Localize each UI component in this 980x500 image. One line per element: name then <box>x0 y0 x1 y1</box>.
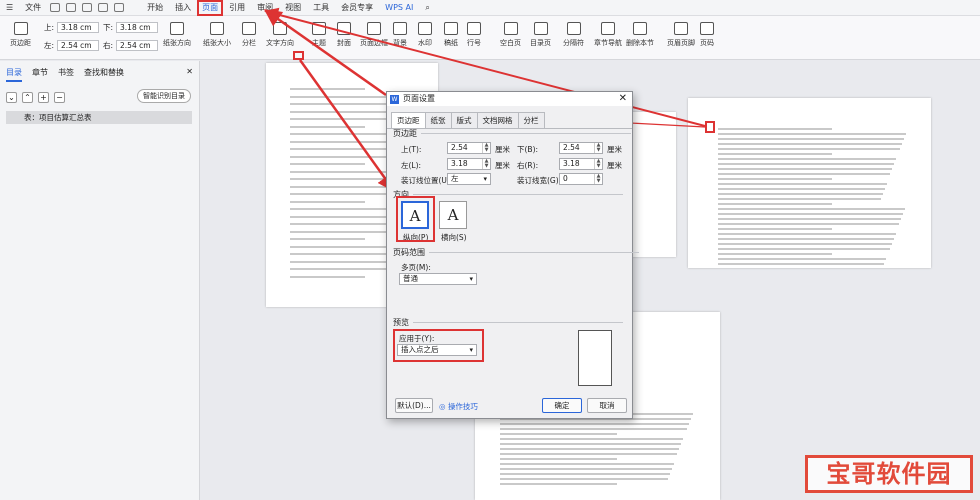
preview-section: 预览 <box>393 318 623 327</box>
gutter-width-input[interactable]: 0 ▲ ▼ <box>559 173 603 185</box>
bottom-input[interactable]: 2.54 ▲ ▼ <box>559 142 603 154</box>
dtab-grid[interactable]: 文档网格 <box>476 112 519 128</box>
bottom-label: 下(B): <box>517 145 539 154</box>
spin-icon[interactable]: ▲ ▼ <box>594 143 602 153</box>
gutter-pos-select[interactable]: 左 <box>447 173 491 185</box>
tips-icon: ◎ <box>439 402 448 411</box>
left-input[interactable]: 3.18 ▲ ▼ <box>447 158 491 170</box>
default-button[interactable]: 默认(D)... <box>395 398 433 413</box>
ok-button[interactable]: 确定 <box>542 398 582 413</box>
preview-page <box>578 330 612 386</box>
page-setup-dialog: W 页面设置 ✕ 页边距 纸张 版式 文档网格 分栏 页边距 上(T): 2.54 ▲… <box>386 91 639 419</box>
right-label: 右(R): <box>517 161 539 170</box>
dtab-paper[interactable]: 纸张 <box>424 112 452 128</box>
spin-icon[interactable]: ▲ ▼ <box>482 143 490 153</box>
orientation-section: 方向 <box>393 190 623 199</box>
spin-icon[interactable]: ▲ ▼ <box>594 159 602 169</box>
wps-logo-icon: W <box>390 95 399 104</box>
top-label: 上(T): <box>401 145 422 154</box>
gutter-pos-label: 装订线位置(U): <box>401 176 453 185</box>
left-label: 左(L): <box>401 161 422 170</box>
spin-icon[interactable]: ▲ ▼ <box>482 159 490 169</box>
landscape-option[interactable]: A <box>439 201 467 229</box>
dtab-margins[interactable]: 页边距 <box>391 112 426 128</box>
site-watermark: 宝哥软件园 <box>805 455 973 493</box>
spin-icon[interactable]: ▲ ▼ <box>594 174 602 184</box>
apply-label: 应用于(Y): <box>399 334 435 343</box>
unit-label: 厘米 <box>607 145 622 154</box>
unit-label: 厘米 <box>495 161 510 170</box>
unit-label: 厘米 <box>607 161 622 170</box>
top-input[interactable]: 2.54 ▲ ▼ <box>447 142 491 154</box>
gutter-width-label: 装订线宽(G): <box>517 176 562 185</box>
tips-link[interactable]: ◎ 操作技巧 <box>439 401 478 412</box>
portrait-label: 纵向(P) <box>403 233 429 242</box>
dialog-close-icon[interactable]: ✕ <box>619 92 627 106</box>
pages-section: 页码范围 <box>393 248 639 257</box>
dtab-columns[interactable]: 分栏 <box>517 112 545 128</box>
apply-select[interactable]: 插入点之后 <box>397 344 477 356</box>
dialog-title: 页面设置 <box>403 94 435 103</box>
landscape-label: 横向(S) <box>441 233 467 242</box>
multi-pages-select[interactable]: 普通 <box>399 273 477 285</box>
margins-section: 页边距 <box>393 129 631 138</box>
cancel-button[interactable]: 取消 <box>587 398 627 413</box>
unit-label: 厘米 <box>495 145 510 154</box>
multi-pages-label: 多页(M): <box>401 263 431 272</box>
dtab-layout[interactable]: 版式 <box>450 112 478 128</box>
right-input[interactable]: 3.18 ▲ ▼ <box>559 158 603 170</box>
portrait-option[interactable]: A <box>401 201 429 229</box>
